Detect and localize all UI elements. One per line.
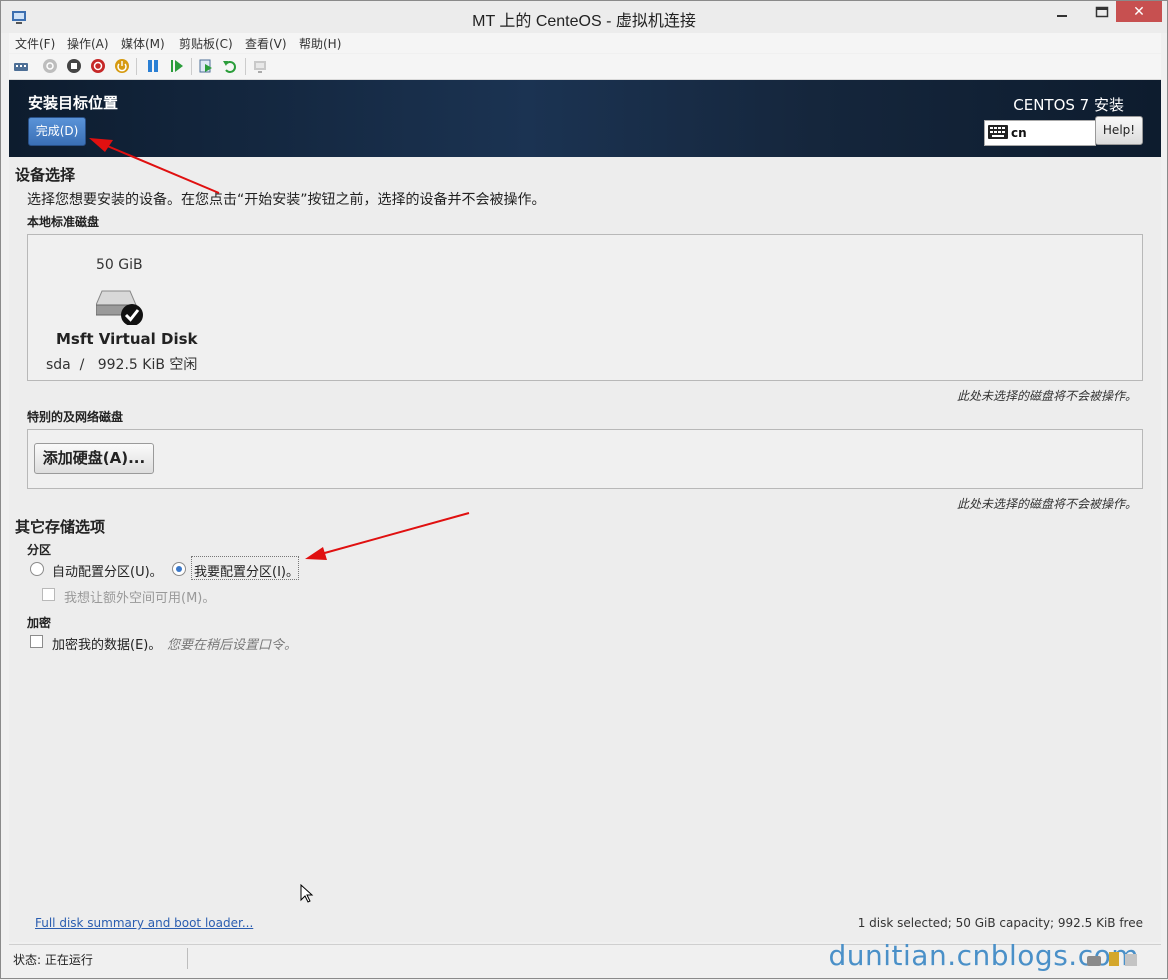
arrow-head-done <box>89 138 113 152</box>
arrow-head-manual <box>305 547 327 560</box>
annotation-arrows <box>89 138 470 560</box>
arrow-to-manual-partition <box>320 512 470 555</box>
arrow-to-done-button <box>104 144 220 194</box>
vm-connection-window: MT 上的 CenteOS - 虚拟机连接 ✕ 文件(F) 操作(A) 媒体(M… <box>0 0 1168 979</box>
